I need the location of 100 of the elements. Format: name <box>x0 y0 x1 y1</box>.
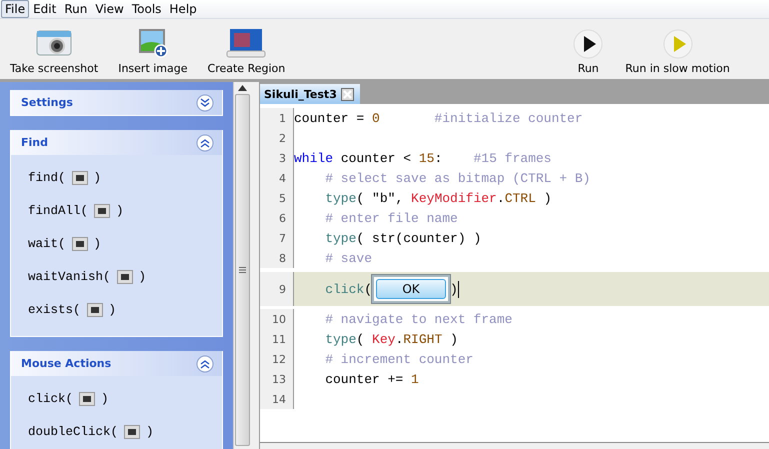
code-token: RIGHT <box>403 332 442 346</box>
code-token: # select save as bitmap (CTRL + B) <box>324 170 590 186</box>
camera-icon <box>72 170 88 184</box>
insert-image-icon <box>136 27 169 59</box>
collapse-icon[interactable] <box>196 354 214 372</box>
code-token: ( <box>364 282 372 296</box>
menu-item[interactable]: View <box>91 0 128 18</box>
function-snippet[interactable]: click( <box>28 392 74 406</box>
code-token: while <box>294 150 334 166</box>
scrollbar[interactable] <box>233 82 251 449</box>
camera-icon <box>124 424 140 438</box>
code-token: click <box>324 282 364 296</box>
line-number: 14 <box>260 389 294 409</box>
code-token: . <box>395 332 404 346</box>
code-editor[interactable] <box>260 104 769 443</box>
line-number: 7 <box>260 228 294 248</box>
panel-title: Settings <box>21 96 73 109</box>
line-number: 1 <box>260 108 294 128</box>
grip-icon <box>239 267 246 273</box>
code-token: 1 <box>411 372 419 386</box>
menu-item[interactable]: Run <box>60 0 92 18</box>
toolbar-button[interactable]: Create Region <box>208 27 286 75</box>
paren-text: ) <box>138 270 146 284</box>
paren-text: ) <box>101 392 109 406</box>
code-token: ( <box>356 332 366 346</box>
line-number: 10 <box>260 309 294 329</box>
function-snippet[interactable]: exists( <box>28 302 81 316</box>
line-number: 12 <box>260 349 294 369</box>
line-number: 5 <box>260 188 294 208</box>
file-tab[interactable]: Sikuli_Test3 <box>260 84 360 104</box>
line-number: 9 <box>260 272 294 306</box>
line-number: 4 <box>260 168 294 188</box>
image-pattern[interactable]: OK <box>372 275 450 303</box>
monitor-icon <box>226 27 266 59</box>
camera-icon <box>86 302 103 316</box>
code-token: ( <box>356 190 366 206</box>
panel-header[interactable]: Mouse Actions <box>11 351 222 376</box>
panel-title: Find <box>21 136 48 149</box>
camera-icon <box>94 204 110 218</box>
toolbar-button[interactable]: Insert image <box>118 27 188 75</box>
close-button[interactable] <box>340 88 354 100</box>
panel-header[interactable]: Find <box>11 130 222 155</box>
code-token: #15 frames <box>472 150 552 166</box>
menu-item[interactable]: Edit <box>29 0 60 18</box>
function-snippet[interactable]: waitVanish( <box>28 270 111 284</box>
code-token: counter < <box>340 150 412 166</box>
paren-text: ) <box>116 204 124 218</box>
close-icon <box>342 90 352 98</box>
code-token: . <box>496 190 505 206</box>
menu-item[interactable]: Tools <box>128 0 166 18</box>
code-token: # enter file name <box>324 210 458 226</box>
function-snippet[interactable]: findAll( <box>28 204 88 218</box>
code-token: ( str(counter) ) <box>356 230 482 246</box>
panel-title: Mouse Actions <box>21 357 112 370</box>
code-token: counter += <box>324 372 404 386</box>
code-token: # navigate to next frame <box>324 312 512 326</box>
toolbar-button[interactable]: Run in slow motion <box>625 29 730 75</box>
panel-header[interactable]: Settings <box>11 90 222 115</box>
code-token: # save <box>324 250 372 266</box>
line-number: 3 <box>260 148 294 168</box>
code-token: CTRL <box>504 190 536 206</box>
paren-text: ) <box>94 170 102 184</box>
collapse-icon[interactable] <box>196 134 214 152</box>
text-caret <box>458 280 459 298</box>
code-token: : <box>434 150 442 166</box>
code-token: type <box>324 230 356 246</box>
play-icon <box>573 29 604 59</box>
code-token: Key <box>372 332 396 346</box>
toolbar-button[interactable]: Take screenshot <box>10 27 98 75</box>
toolbar-button[interactable]: Run <box>573 29 604 75</box>
code-token: 0 <box>372 110 380 126</box>
function-snippet[interactable]: doubleClick( <box>28 424 118 438</box>
line-number: 6 <box>260 208 294 228</box>
line-number: 8 <box>260 248 294 268</box>
code-token: # increment counter <box>324 352 474 366</box>
code-token: ) <box>542 190 552 206</box>
code-token: ) <box>450 282 458 296</box>
camera-icon <box>116 270 133 284</box>
camera-icon <box>72 236 88 250</box>
scroll-up-icon[interactable] <box>238 85 247 91</box>
function-snippet[interactable]: find( <box>28 170 66 184</box>
camera-icon <box>79 392 96 406</box>
paren-text: ) <box>146 424 154 438</box>
play-icon <box>662 29 693 59</box>
code-token: "b" <box>372 190 396 206</box>
code-token: KeyModifier <box>411 190 497 206</box>
code-token: type <box>324 332 356 346</box>
code-token: , <box>395 190 404 206</box>
code-token: #initialize counter <box>433 110 583 126</box>
code-token: type <box>324 190 356 206</box>
menu-item[interactable]: Help <box>165 0 201 18</box>
line-number: 2 <box>260 128 294 148</box>
code-token: ) <box>449 332 458 346</box>
tab-label: Sikuli_Test3 <box>264 88 337 100</box>
function-snippet[interactable]: wait( <box>28 236 66 250</box>
code-token: counter = <box>294 110 366 126</box>
paren-text: ) <box>108 302 116 316</box>
expand-icon[interactable] <box>196 94 214 112</box>
paren-text: ) <box>94 236 102 250</box>
menu-item[interactable]: File <box>1 0 30 18</box>
